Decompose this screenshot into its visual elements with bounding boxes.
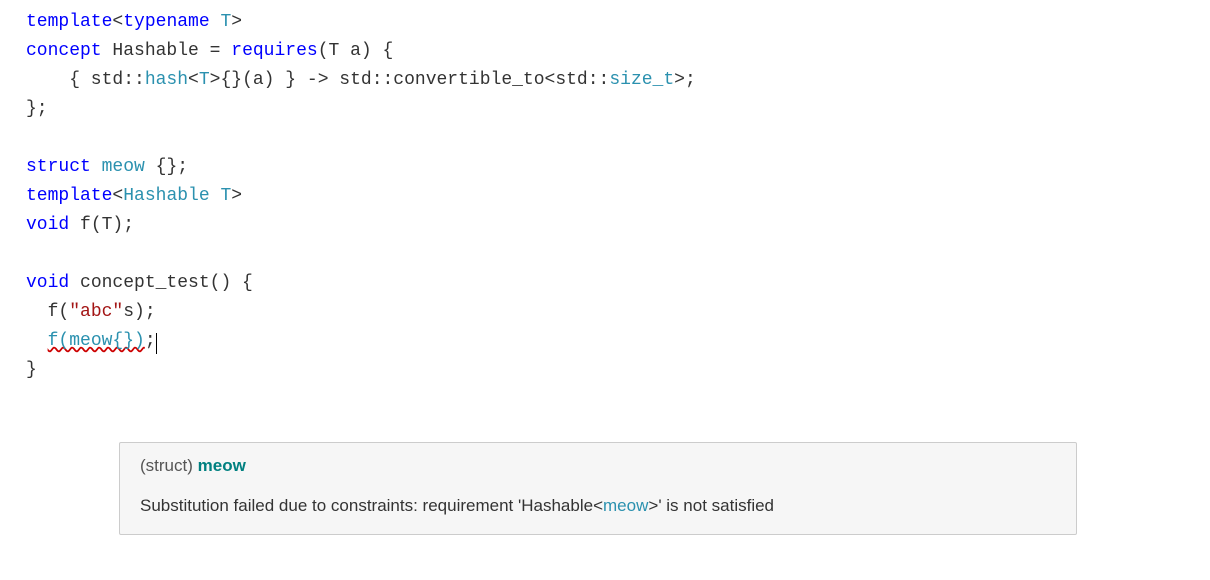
tooltip-text-post: ' is not satisfied [658, 496, 774, 515]
text-cursor [156, 333, 157, 354]
ident-sizet: size_t [609, 70, 674, 90]
kw-concept: concept [26, 41, 102, 61]
code-line: { std::hash<T>{}(a) } -> std::convertibl… [26, 70, 696, 90]
kw-void: void [26, 273, 69, 293]
kw-struct: struct [26, 157, 91, 177]
error-tooltip: (struct) meow Substitution failed due to… [119, 442, 1077, 535]
ident-hash: hash [145, 70, 188, 90]
code-line: concept Hashable = requires(T a) { [26, 41, 393, 61]
tooltip-header: (struct) meow [140, 457, 1056, 474]
kw-void: void [26, 215, 69, 235]
tooltip-kind: (struct) [140, 456, 193, 475]
tooltip-inner-type: meow [603, 496, 648, 515]
code-line: f(meow{}); [26, 331, 157, 351]
kw-typename: typename [123, 12, 209, 32]
code-line: struct meow {}; [26, 157, 188, 177]
kw-template: template [26, 12, 112, 32]
struct-meow: meow [102, 157, 145, 177]
kw-requires: requires [231, 41, 317, 61]
concept-hashable: Hashable [123, 186, 209, 206]
code-line: } [26, 360, 37, 380]
code-line: void concept_test() { [26, 273, 253, 293]
code-line: void f(T); [26, 215, 134, 235]
string-literal: "abc" [69, 302, 123, 322]
tooltip-text-pre: Substitution failed due to constraints: … [140, 496, 593, 515]
code-line: }; [26, 99, 48, 119]
code-line: f("abc"s); [26, 302, 156, 322]
code-editor[interactable]: template<typename T> concept Hashable = … [26, 8, 1210, 385]
error-span[interactable]: f(meow{}) [48, 331, 145, 351]
tooltip-typename: meow [198, 456, 246, 475]
code-line: template<typename T> [26, 12, 242, 32]
tooltip-body: Substitution failed due to constraints: … [140, 494, 1056, 518]
kw-template: template [26, 186, 112, 206]
code-line: template<Hashable T> [26, 186, 242, 206]
